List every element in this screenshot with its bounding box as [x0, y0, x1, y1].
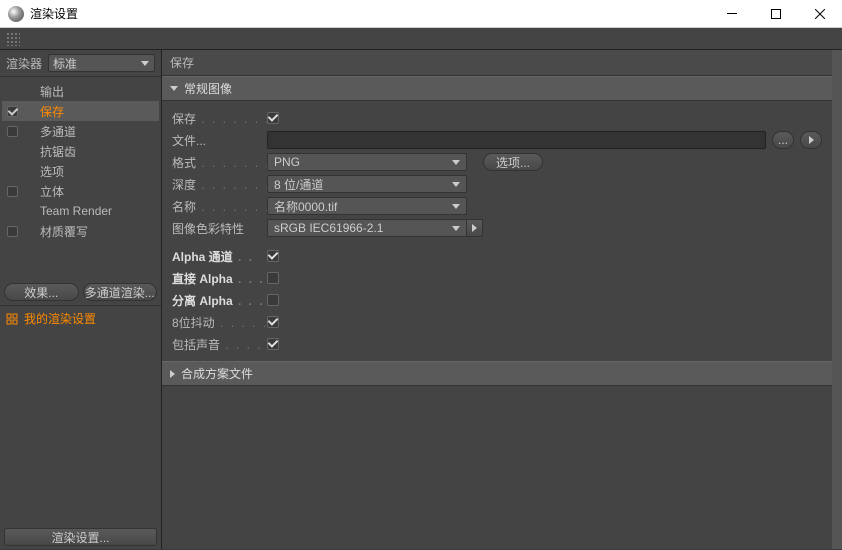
- sidebar-buttons: 效果... 多通道渲染...: [0, 279, 161, 305]
- alpha-checkbox[interactable]: [267, 250, 279, 262]
- row-file: 文件... ...: [172, 129, 822, 151]
- panel-compositing[interactable]: 合成方案文件: [162, 361, 832, 386]
- sidebar-item-options[interactable]: 选项: [2, 161, 159, 181]
- renderer-row: 渲染器 标准: [0, 50, 161, 77]
- sidebar-item-stereo[interactable]: 立体: [2, 181, 159, 201]
- dither-checkbox[interactable]: [267, 316, 279, 328]
- preset-label: 我的渲染设置: [24, 310, 96, 327]
- name-select[interactable]: 名称0000.tif: [267, 197, 467, 215]
- sidebar: 渲染器 标准 输出 保存 多通道 抗锯齿 选项 立体 Team Render 材…: [0, 50, 162, 549]
- checkbox-icon[interactable]: [7, 106, 18, 117]
- row-name: 名称 . . . . . . . 名称0000.tif: [172, 195, 822, 217]
- sidebar-item-matoverride[interactable]: 材质覆写: [2, 221, 159, 241]
- row-format: 格式 . . . . . . . PNG 选项...: [172, 151, 822, 173]
- row-alpha: Alpha 通道 . .: [172, 245, 822, 267]
- format-select[interactable]: PNG: [267, 153, 467, 171]
- row-sound: 包括声音 . . . . .: [172, 333, 822, 355]
- content-empty: [162, 386, 832, 549]
- render-settings-button[interactable]: 渲染设置...: [4, 528, 157, 546]
- app-icon: [8, 6, 24, 22]
- straight-alpha-checkbox[interactable]: [267, 272, 279, 284]
- chevron-down-icon: [170, 86, 178, 91]
- sidebar-item-multipass[interactable]: 多通道: [2, 121, 159, 141]
- titlebar: 渲染设置: [0, 0, 842, 28]
- row-separate-alpha: 分离 Alpha . . .: [172, 289, 822, 311]
- maximize-button[interactable]: [754, 0, 798, 28]
- file-input[interactable]: [267, 131, 766, 149]
- sidebar-list: 输出 保存 多通道 抗锯齿 选项 立体 Team Render 材质覆写: [0, 77, 161, 279]
- content-title: 保存: [162, 50, 832, 76]
- sidebar-item-antialias[interactable]: 抗锯齿: [2, 141, 159, 161]
- row-save: 保存 . . . . . . .: [172, 107, 822, 129]
- right-edge: [832, 50, 842, 549]
- sidebar-item-save[interactable]: 保存: [2, 101, 159, 121]
- save-checkbox[interactable]: [267, 112, 279, 124]
- preset-icon: [6, 313, 18, 325]
- grip-icon: [6, 32, 20, 46]
- checkbox-icon[interactable]: [7, 126, 18, 137]
- multipass-button[interactable]: 多通道渲染...: [83, 283, 158, 301]
- row-dither: 8位抖动 . . . . .: [172, 311, 822, 333]
- effects-button[interactable]: 效果...: [4, 283, 79, 301]
- panel-body: 保存 . . . . . . . 文件... ... 格式 . . . . . …: [162, 101, 832, 361]
- browse-button[interactable]: ...: [772, 131, 794, 149]
- checkbox-icon[interactable]: [7, 226, 18, 237]
- sidebar-item-output[interactable]: 输出: [2, 81, 159, 101]
- row-depth: 深度 . . . . . . . 8 位/通道: [172, 173, 822, 195]
- sound-checkbox[interactable]: [267, 338, 279, 350]
- main-area: 渲染器 标准 输出 保存 多通道 抗锯齿 选项 立体 Team Render 材…: [0, 50, 842, 549]
- depth-select[interactable]: 8 位/通道: [267, 175, 467, 193]
- row-colorprofile: 图像色彩特性 sRGB IEC61966-2.1: [172, 217, 822, 239]
- content: 保存 常规图像 保存 . . . . . . . 文件... ... 格式 . …: [162, 50, 832, 549]
- preset-row[interactable]: 我的渲染设置: [0, 305, 161, 331]
- renderer-select[interactable]: 标准: [48, 54, 155, 72]
- close-button[interactable]: [798, 0, 842, 28]
- colorprofile-field[interactable]: sRGB IEC61966-2.1: [267, 219, 467, 237]
- format-options-button[interactable]: 选项...: [483, 153, 543, 171]
- chevron-right-icon: [170, 370, 175, 378]
- file-arrow-button[interactable]: [800, 131, 822, 149]
- window-title: 渲染设置: [30, 5, 710, 22]
- checkbox-icon[interactable]: [7, 186, 18, 197]
- row-straight-alpha: 直接 Alpha . . .: [172, 267, 822, 289]
- sidebar-item-teamrender[interactable]: Team Render: [2, 201, 159, 221]
- separate-alpha-checkbox[interactable]: [267, 294, 279, 306]
- sidebar-footer: 渲染设置...: [0, 525, 161, 549]
- renderer-label: 渲染器: [6, 55, 42, 72]
- toolbar: [0, 28, 842, 50]
- minimize-button[interactable]: [710, 0, 754, 28]
- colorprofile-arrow-button[interactable]: [467, 219, 483, 237]
- panel-regular-image[interactable]: 常规图像: [162, 76, 832, 101]
